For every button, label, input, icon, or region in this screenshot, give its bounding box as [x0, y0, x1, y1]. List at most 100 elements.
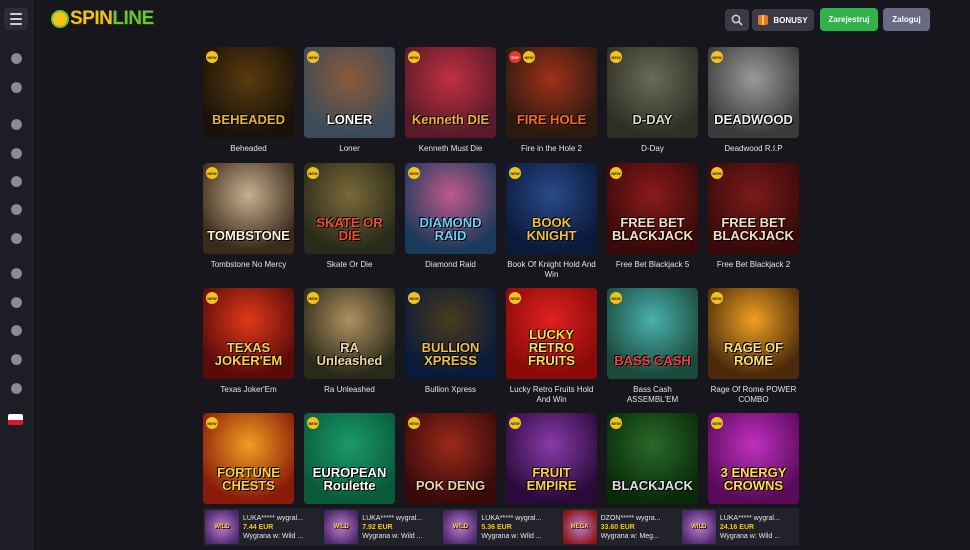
game-title[interactable]: Beheaded [203, 144, 294, 154]
language-flag-icon[interactable] [8, 414, 23, 425]
game-thumbnail[interactable]: NEW Kenneth DIE [405, 47, 496, 138]
game-card[interactable]: NEWBLACKJACKBlackjack [607, 413, 698, 520]
new-badge: NEW [610, 51, 622, 63]
target-icon[interactable] [8, 380, 24, 396]
briefcase-icon[interactable] [8, 116, 24, 132]
game-title[interactable]: Diamond Raid [405, 260, 496, 270]
game-thumbnail[interactable]: NEW LUCKY RETRO FRUITS [506, 288, 597, 379]
game-card[interactable]: NEW BOOK KNIGHT Book Of Knight Hold And Wi… [506, 163, 597, 280]
ticket-icon[interactable] [8, 294, 24, 310]
game-card[interactable]: NEW RAGE OF ROME Rage Of Rome POWER COMBO [708, 288, 799, 405]
game-title[interactable]: Book Of Knight Hold And Win [506, 260, 597, 280]
game-thumbnail[interactable]: NEW D-DAY [607, 47, 698, 138]
win-user: LUKA***** wygral... [362, 514, 423, 522]
game-thumbnail[interactable]: NEW FORTUNE CHESTS [203, 413, 294, 504]
game-thumbnail[interactable]: NEW FREE BET BLACKJACK [708, 163, 799, 254]
game-thumbnail[interactable]: TOP NEW FIRE HOLE [506, 47, 597, 138]
bonus-button[interactable]: BONUSY [752, 9, 814, 31]
game-card[interactable]: NEW LUCKY RETRO FRUITS Lucky Retro Fruits … [506, 288, 597, 405]
game-thumbnail[interactable]: NEW DEADWOOD [708, 47, 799, 138]
game-thumbnail[interactable]: NEW TEXAS JOKER'EM [203, 288, 294, 379]
game-thumbnail[interactable]: NEW 3 ENERGY CROWNS [708, 413, 799, 504]
game-card[interactable]: NEWFORTUNE CHESTSFortune Chests [203, 413, 294, 520]
login-button[interactable]: Zaloguj [883, 8, 930, 31]
basket-icon[interactable] [8, 173, 24, 189]
game-card[interactable]: NEW FREE BET BLACKJACK Free Bet Blackjack … [607, 163, 698, 270]
game-thumbnail[interactable]: NEW FRUIT EMPIRE [506, 413, 597, 504]
game-title[interactable]: D-Day [607, 144, 698, 154]
game-thumbnail[interactable]: NEW BASS CASH [607, 288, 698, 379]
game-card[interactable]: NEW D-DAY D-Day [607, 47, 698, 154]
game-thumbnail[interactable]: NEW TOMBSTONE [203, 163, 294, 254]
game-thumbnail[interactable]: NEW BOOK KNIGHT [506, 163, 597, 254]
game-title[interactable]: Bass Cash ASSEMBL'EM [607, 385, 698, 405]
game-logo-text: FIRE HOLE [516, 112, 587, 127]
gem-icon[interactable] [8, 201, 24, 217]
game-card[interactable]: NEW TOMBSTONE Tombstone No Mercy [203, 163, 294, 270]
game-title[interactable]: Loner [304, 144, 395, 154]
game-title[interactable]: Texas Joker'Em [203, 385, 294, 395]
game-title[interactable]: Rage Of Rome POWER COMBO [708, 385, 799, 405]
win-ticker-item[interactable]: WILD LUKA***** wygral... 24.16 EUR Wygrana … [680, 508, 799, 546]
game-card[interactable]: NEWFRUIT EMPIREFruit Empire [506, 413, 597, 520]
new-badge: NEW [610, 292, 622, 304]
game-title[interactable]: Ra Unleashed [304, 385, 395, 395]
money-stack-icon[interactable] [8, 145, 24, 161]
game-thumbnail[interactable]: NEW RA Unleashed [304, 288, 395, 379]
calendar-icon[interactable] [8, 265, 24, 281]
game-card[interactable]: NEW RA Unleashed Ra Unleashed [304, 288, 395, 395]
game-card[interactable]: NEW LONER Loner [304, 47, 395, 154]
game-card[interactable]: NEW SKATE OR DIE Skate Or Die [304, 163, 395, 270]
user-icon[interactable] [8, 79, 24, 95]
game-card[interactable]: NEW DIAMOND RAID Diamond Raid [405, 163, 496, 270]
game-thumbnail[interactable]: NEW FREE BET BLACKJACK [607, 163, 698, 254]
new-badge: NEW [523, 51, 535, 63]
trophy-icon[interactable] [8, 351, 24, 367]
new-badge: NEW [509, 167, 521, 179]
game-logo-text: FRUIT EMPIRE [526, 465, 577, 493]
game-card[interactable]: NEWEUROPEAN RouletteEuropean Roulette [304, 413, 395, 520]
game-thumbnail[interactable]: NEW SKATE OR DIE [304, 163, 395, 254]
game-thumbnail[interactable]: NEW BEHEADED [203, 47, 294, 138]
game-logo-text: FREE BET BLACKJACK [713, 215, 794, 243]
win-info: LUKA***** wygral... 7.92 EUR Wygrana w: Wi… [362, 514, 440, 541]
spinline-logo[interactable]: SPIN LINE [51, 6, 154, 32]
game-card[interactable]: NEW BEHEADED Beheaded [203, 47, 294, 154]
game-title[interactable]: Fire in the Hole 2 [506, 144, 597, 154]
game-thumbnail[interactable]: NEW BLACKJACK [607, 413, 698, 504]
game-thumbnail[interactable]: NEW RAGE OF ROME [708, 288, 799, 379]
win-ticker-item[interactable]: WILD LUKA***** wygral... 5.36 EUR Wygrana w… [441, 508, 560, 546]
game-card[interactable]: NEW FREE BET BLACKJACK Free Bet Blackjack … [708, 163, 799, 270]
game-card[interactable]: NEW BASS CASH Bass Cash ASSEMBL'EM [607, 288, 698, 405]
register-button[interactable]: Zarejestruj [820, 8, 878, 31]
game-thumbnail[interactable]: NEW BULLION XPRESS [405, 288, 496, 379]
game-card[interactable]: NEW TEXAS JOKER'EM Texas Joker'Em [203, 288, 294, 395]
game-title[interactable]: Kenneth Must Die [405, 144, 496, 154]
game-thumbnail[interactable]: NEW DIAMOND RAID [405, 163, 496, 254]
win-ticker-item[interactable]: MEGA DZON***** wygra... 33.60 EUR Wygrana w… [561, 508, 680, 546]
search-button[interactable] [725, 9, 749, 31]
game-card[interactable]: NEW3 ENERGY CROWNSEnergy Crowns [708, 413, 799, 520]
game-card[interactable]: NEWPOK DENGPok Deng [405, 413, 496, 520]
user-icon[interactable] [8, 50, 24, 66]
game-card[interactable]: TOP NEW FIRE HOLE Fire in the Hole 2 [506, 47, 597, 154]
game-thumbnail[interactable]: NEW LONER [304, 47, 395, 138]
game-title[interactable]: Free Bet Blackjack 2 [708, 260, 799, 270]
game-title[interactable]: Deadwood R.I.P [708, 144, 799, 154]
game-title[interactable]: Skate Or Die [304, 260, 395, 270]
game-card[interactable]: NEW DEADWOOD Deadwood R.I.P [708, 47, 799, 154]
win-ticker-item[interactable]: WILD LUKA***** wygral... 7.44 EUR Wygrana w… [203, 508, 322, 546]
cards-icon[interactable] [8, 322, 24, 338]
game-thumbnail[interactable]: NEW POK DENG [405, 413, 496, 504]
game-title[interactable]: Free Bet Blackjack 5 [607, 260, 698, 270]
new-badge: NEW [307, 417, 319, 429]
game-thumbnail[interactable]: NEW EUROPEAN Roulette [304, 413, 395, 504]
game-title[interactable]: Lucky Retro Fruits Hold And Win [506, 385, 597, 405]
crown-icon[interactable] [8, 230, 24, 246]
game-card[interactable]: NEW BULLION XPRESS Bullion Xpress [405, 288, 496, 395]
game-title[interactable]: Tombstone No Mercy [203, 260, 294, 270]
game-card[interactable]: NEW Kenneth DIE Kenneth Must Die [405, 47, 496, 154]
menu-toggle-button[interactable] [4, 8, 28, 30]
win-ticker-item[interactable]: WILD LUKA***** wygral... 7.92 EUR Wygrana w… [322, 508, 441, 546]
game-title[interactable]: Bullion Xpress [405, 385, 496, 395]
